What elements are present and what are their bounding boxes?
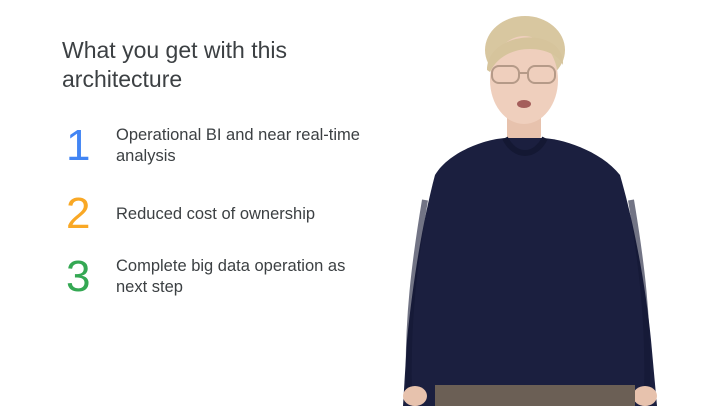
- presenter-image: [403, 16, 657, 406]
- presenter-mouth: [517, 100, 531, 108]
- list-item-3: 3 Complete big data operation as next st…: [66, 255, 366, 299]
- item-number-3: 3: [66, 252, 91, 301]
- presenter-trousers: [435, 385, 635, 406]
- item-number-1: 1: [66, 121, 91, 170]
- list-item-2: 2 Reduced cost of ownership: [66, 192, 366, 236]
- list-item-1: 1 Operational BI and near real-time anal…: [66, 124, 366, 168]
- item-text-3: Complete big data operation as next step: [116, 257, 346, 296]
- slide-title: What you get with this architecture: [62, 37, 287, 92]
- item-text-2: Reduced cost of ownership: [116, 204, 316, 223]
- slide-stage: What you get with this architecture 1 Op…: [0, 0, 710, 406]
- presenter-right-hand: [633, 386, 657, 406]
- presenter-sweater: [403, 138, 657, 406]
- item-number-2: 2: [66, 189, 91, 238]
- presenter-left-hand: [403, 386, 427, 406]
- item-text-1: Operational BI and near real-time analys…: [116, 126, 360, 165]
